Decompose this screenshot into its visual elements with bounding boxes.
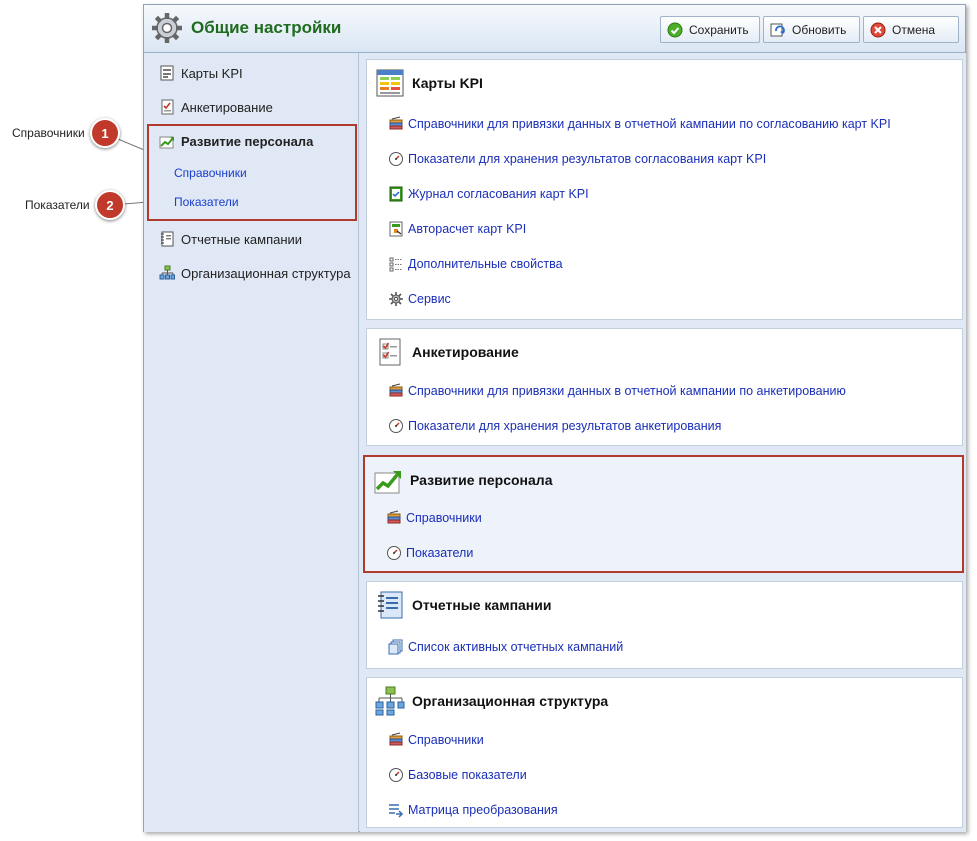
notebook-icon (378, 591, 403, 619)
page-title: Общие настройки (191, 18, 342, 37)
callout-label-1: Справочники (12, 126, 85, 140)
properties-list-icon (388, 256, 404, 272)
calculator-icon (388, 221, 404, 237)
link-label: Сервис (408, 292, 451, 306)
link-label: Дополнительные свойства (408, 257, 563, 271)
check-circle-icon (667, 22, 683, 38)
link-label: Показатели для хранения результатов анке… (408, 419, 722, 433)
sidebar-subitem-references[interactable]: Справочники (174, 166, 247, 180)
link-dev-references[interactable]: Справочники (386, 510, 482, 526)
panel-campaigns: Отчетные кампании Список активных отчетн… (366, 581, 963, 669)
gear-icon (152, 13, 182, 43)
link-label: Справочники для привязки данных в отчетн… (408, 117, 891, 131)
cancel-icon (870, 22, 886, 38)
sidebar-item-label: Организационная структура (181, 265, 351, 281)
sidebar-subitem-indicators[interactable]: Показатели (174, 195, 239, 209)
panel-title: Развитие персонала (410, 472, 553, 488)
callout-badge-1: 1 (90, 118, 120, 148)
org-chart-icon (159, 265, 175, 281)
refresh-button-label: Обновить (792, 22, 847, 37)
link-kpi-indicators[interactable]: Показатели для хранения результатов согл… (388, 151, 766, 167)
link-org-matrix[interactable]: Матрица преобразования (388, 802, 558, 818)
link-kpi-autocalc[interactable]: Авторасчет карт KPI (388, 221, 526, 237)
reference-book-icon (386, 510, 402, 526)
growth-chart-icon (159, 133, 175, 149)
reference-book-icon (388, 383, 404, 399)
panel-staff-development: Развитие персонала Справочники Показател… (363, 455, 964, 573)
cancel-button-label: Отмена (892, 22, 936, 37)
panel-kpi: Карты KPI Справочники для привязки данны… (366, 59, 963, 320)
link-org-references[interactable]: Справочники (388, 732, 484, 748)
sidebar-item-label: Карты KPI (181, 65, 243, 81)
save-button-label: Сохранить (689, 22, 749, 37)
link-kpi-journal[interactable]: Журнал согласования карт KPI (388, 186, 589, 202)
matrix-transform-icon (388, 802, 404, 818)
link-kpi-references[interactable]: Справочники для привязки данных в отчетн… (388, 116, 891, 132)
sidebar-item-label: Анкетирование (181, 99, 273, 115)
sidebar-item-kpi[interactable]: Карты KPI (159, 65, 243, 81)
settings-window: Общие настройки Сохранить Обновить Отмен… (143, 4, 966, 832)
link-org-base-indicators[interactable]: Базовые показатели (388, 767, 527, 783)
sidebar: Карты KPI Анкетирование Развитие персона… (144, 53, 359, 832)
gear-icon (388, 291, 404, 307)
link-label: Справочники для привязки данных в отчетн… (408, 384, 846, 398)
panel-org-structure: Организационная структура Справочники Ба… (366, 677, 963, 828)
sidebar-item-org-structure[interactable]: Организационная структура (159, 265, 351, 281)
link-label: Справочники (408, 733, 484, 747)
panel-title: Карты KPI (412, 75, 483, 91)
link-survey-indicators[interactable]: Показатели для хранения результатов анке… (388, 418, 721, 434)
callout-label-2: Показатели (25, 198, 90, 212)
notebook-icon (159, 231, 175, 247)
content-area: Карты KPI Справочники для привязки данны… (360, 53, 966, 832)
panel-survey: Анкетирование Справочники для привязки д… (366, 328, 963, 446)
gauge-icon (388, 767, 404, 783)
link-label: Показатели для хранения результатов согл… (408, 152, 767, 166)
link-label: Базовые показатели (408, 768, 527, 782)
link-label: Матрица преобразования (408, 803, 558, 817)
link-survey-references[interactable]: Справочники для привязки данных в отчетн… (388, 383, 846, 399)
panel-title: Отчетные кампании (412, 597, 552, 613)
survey-icon (379, 338, 401, 366)
link-label: Показатели (406, 546, 474, 560)
save-button[interactable]: Сохранить (660, 16, 760, 43)
growth-chart-icon (374, 471, 401, 494)
list-icon (388, 639, 404, 655)
org-chart-icon (375, 686, 405, 716)
kpi-card-icon (159, 65, 175, 81)
journal-icon (388, 186, 404, 202)
reference-book-icon (388, 732, 404, 748)
gauge-icon (386, 545, 402, 561)
link-label: Авторасчет карт KPI (408, 222, 527, 236)
link-label: Журнал согласования карт KPI (408, 187, 589, 201)
cancel-button[interactable]: Отмена (863, 16, 959, 43)
gauge-icon (388, 151, 404, 167)
sidebar-item-label: Развитие персонала (181, 133, 314, 149)
sidebar-item-label: Отчетные кампании (181, 231, 303, 247)
link-campaigns-active-list[interactable]: Список активных отчетных кампаний (388, 639, 623, 655)
callout-badge-2: 2 (95, 190, 125, 220)
survey-icon (159, 99, 175, 115)
reference-book-icon (388, 116, 404, 132)
panel-title: Анкетирование (412, 344, 519, 360)
kpi-card-icon (376, 69, 404, 97)
link-label: Список активных отчетных кампаний (408, 640, 624, 654)
panel-title: Организационная структура (412, 693, 609, 709)
link-kpi-service[interactable]: Сервис (388, 291, 451, 307)
link-dev-indicators[interactable]: Показатели (386, 545, 473, 561)
link-label: Справочники (406, 511, 482, 525)
gauge-icon (388, 418, 404, 434)
sidebar-item-survey[interactable]: Анкетирование (159, 99, 273, 115)
title-bar: Общие настройки Сохранить Обновить Отмен… (144, 5, 965, 53)
sidebar-item-campaigns[interactable]: Отчетные кампании (159, 231, 302, 247)
refresh-icon (770, 22, 786, 38)
link-kpi-properties[interactable]: Дополнительные свойства (388, 256, 563, 272)
sidebar-item-staff-development[interactable]: Развитие персонала (159, 133, 313, 149)
refresh-button[interactable]: Обновить (763, 16, 860, 43)
